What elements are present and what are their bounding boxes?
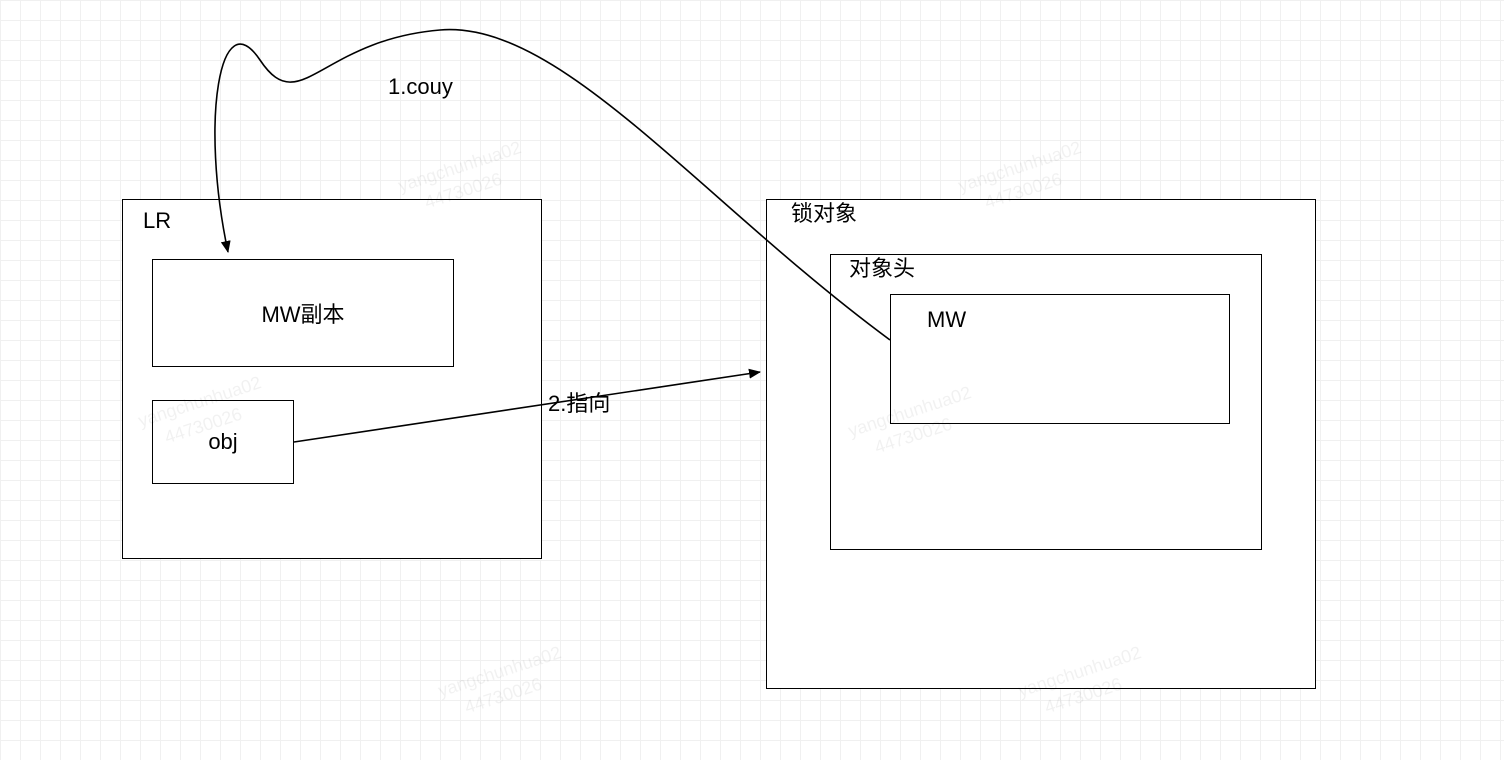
obj-label: obj bbox=[208, 429, 237, 455]
lr-box: LR bbox=[122, 199, 542, 559]
mw-copy-label: MW副本 bbox=[261, 297, 344, 329]
mw-box: MW bbox=[890, 294, 1230, 424]
diagram-canvas: LR MW副本 obj 锁对象 对象头 MW 1.couy 2.指向 yangc… bbox=[0, 0, 1504, 760]
point-arrow-label: 2.指向 bbox=[548, 386, 610, 418]
copy-arrow-label: 1.couy bbox=[388, 74, 453, 100]
obj-box: obj bbox=[152, 400, 294, 484]
object-header-title: 对象头 bbox=[849, 251, 915, 283]
mw-copy-box: MW副本 bbox=[152, 259, 454, 367]
mw-label: MW bbox=[927, 307, 966, 333]
watermark-3: yangchunhua02 44730026 bbox=[409, 619, 579, 754]
lock-object-title: 锁对象 bbox=[791, 196, 857, 228]
lr-title: LR bbox=[143, 208, 171, 234]
